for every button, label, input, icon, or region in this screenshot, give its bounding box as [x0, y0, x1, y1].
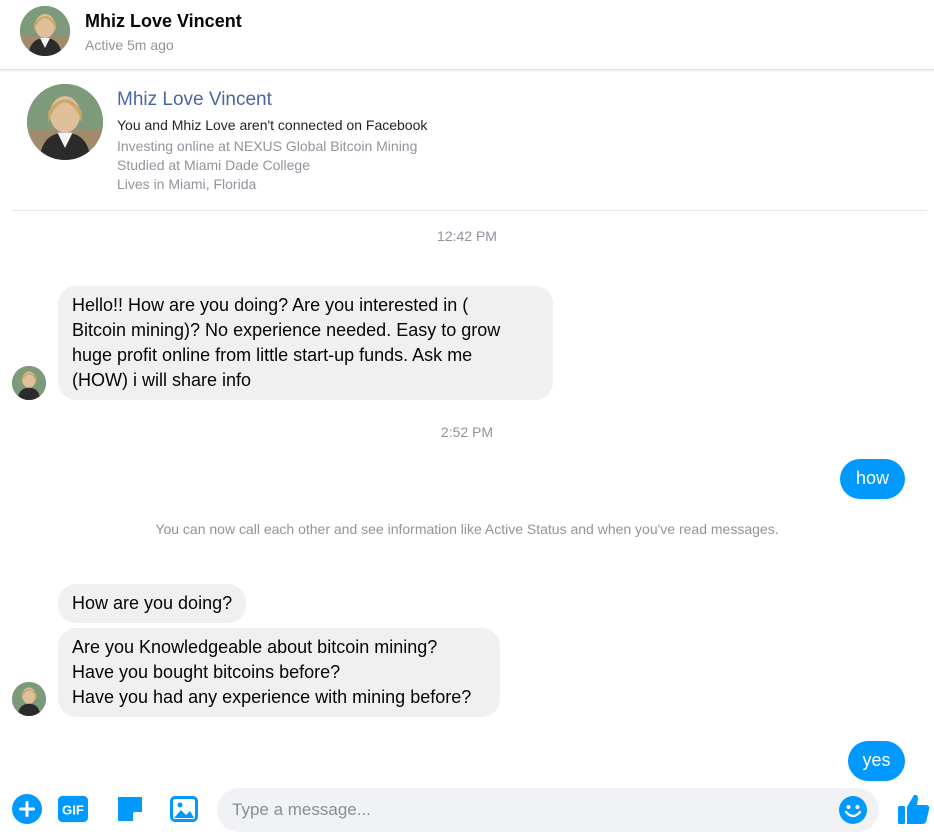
- thumbs-up-icon[interactable]: [896, 791, 932, 827]
- education-info: Studied at Miami Dade College: [117, 157, 310, 173]
- gif-icon[interactable]: GIF: [57, 793, 89, 825]
- location-info: Lives in Miami, Florida: [117, 176, 257, 192]
- emoji-icon[interactable]: [838, 795, 868, 825]
- work-info: Investing online at NEXUS Global Bitcoin…: [117, 138, 418, 154]
- timestamp: 2:52 PM: [440, 424, 494, 440]
- profile-card: Mhiz Love Vincent You and Mhiz Love aren…: [12, 71, 927, 211]
- contact-avatar[interactable]: [20, 6, 70, 56]
- timestamp: 12:42 PM: [437, 228, 497, 244]
- incoming-message[interactable]: Hello!! How are you doing? Are you inter…: [58, 286, 553, 400]
- active-status: Active 5m ago: [85, 37, 174, 53]
- incoming-message[interactable]: Are you Knowledgeable about bitcoin mini…: [58, 628, 500, 717]
- plus-icon[interactable]: [11, 793, 43, 825]
- connection-info: You and Mhiz Love aren't connected on Fa…: [117, 117, 428, 133]
- gif-label: GIF: [62, 803, 84, 818]
- photo-icon[interactable]: [168, 793, 200, 825]
- system-notice: You can now call each other and see info…: [155, 521, 779, 537]
- outgoing-message[interactable]: yes: [848, 741, 905, 781]
- profile-name[interactable]: Mhiz Love Vincent: [117, 89, 272, 111]
- conversation-header: Mhiz Love Vincent Active 5m ago: [0, 0, 934, 70]
- sender-avatar[interactable]: [12, 366, 46, 400]
- outgoing-message[interactable]: how: [840, 459, 905, 499]
- contact-name[interactable]: Mhiz Love Vincent: [85, 11, 242, 32]
- message-composer: GIF: [0, 786, 934, 834]
- message-input[interactable]: [217, 788, 879, 832]
- sender-avatar[interactable]: [12, 682, 46, 716]
- sticker-icon[interactable]: [114, 793, 146, 825]
- profile-avatar[interactable]: [27, 84, 103, 160]
- incoming-message[interactable]: How are you doing?: [58, 584, 247, 623]
